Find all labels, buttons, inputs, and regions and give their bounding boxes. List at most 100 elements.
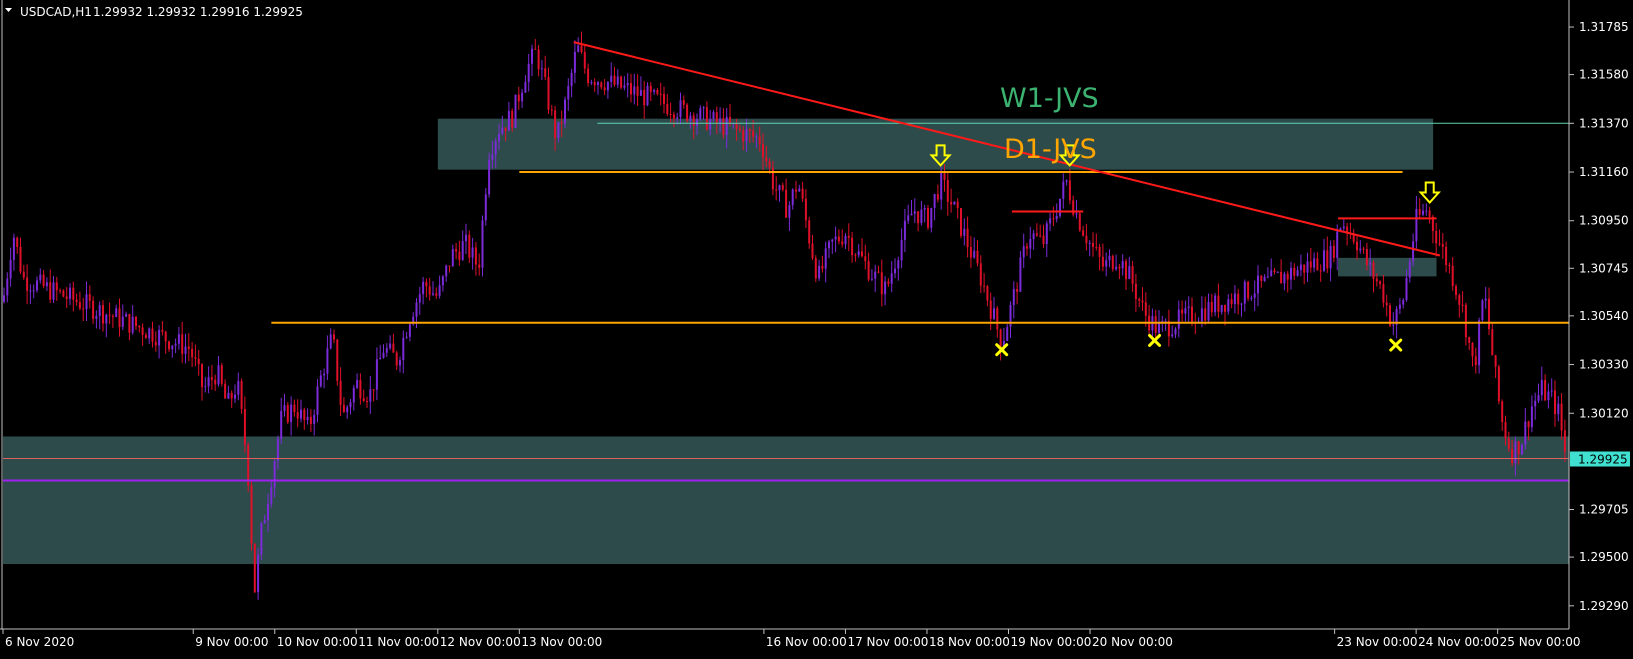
candle-body — [257, 554, 260, 593]
candle-body — [890, 273, 893, 284]
candle-body — [121, 316, 124, 327]
x-tick-label: 19 Nov 00:00 — [1011, 635, 1092, 649]
candle-body — [554, 110, 557, 139]
candle-body — [1524, 421, 1527, 445]
candle-body — [171, 345, 174, 350]
y-tick-label: 1.31785 — [1579, 20, 1629, 34]
candle-body — [1365, 248, 1368, 265]
candle-body — [587, 68, 590, 84]
candle-body — [969, 247, 972, 258]
candle-body — [366, 400, 368, 402]
candle-body — [804, 198, 807, 221]
candle-body — [828, 241, 830, 249]
current-price-label: 1.29925 — [1578, 453, 1628, 467]
candle-body — [88, 294, 91, 301]
candle-body — [326, 348, 329, 374]
candle-body — [623, 85, 626, 88]
candle-body — [692, 115, 695, 127]
candle-body — [666, 104, 669, 114]
candle-body — [1257, 275, 1259, 294]
candle-body — [507, 110, 510, 131]
candle-body — [630, 83, 632, 95]
candle-body — [283, 405, 286, 411]
candle-body — [1101, 256, 1104, 267]
candle-body — [639, 89, 642, 96]
candle-body — [1273, 270, 1276, 273]
candle-body — [375, 359, 378, 390]
candle-body — [593, 82, 596, 86]
candle-body — [758, 136, 761, 145]
candle-body — [1266, 276, 1269, 278]
candle-body — [448, 265, 451, 267]
candle-body — [488, 159, 491, 195]
candle-body — [16, 237, 19, 247]
candle-body — [709, 118, 712, 130]
candle-body — [1105, 260, 1108, 267]
candle-body — [250, 485, 253, 544]
candle-body — [1385, 302, 1388, 306]
candle-body — [818, 265, 821, 279]
candle-body — [65, 296, 68, 299]
candle-body — [1214, 295, 1217, 313]
candle-body — [105, 314, 108, 324]
candle-body — [560, 122, 563, 124]
candle-body — [451, 249, 454, 267]
zone-w1-jvs — [437, 118, 1434, 170]
candle-body — [270, 487, 273, 504]
candle-body — [1174, 328, 1177, 335]
candle-body — [276, 438, 279, 462]
candle-body — [1547, 391, 1550, 401]
candle-body — [29, 290, 32, 292]
candle-body — [118, 308, 121, 327]
candle-body — [98, 305, 101, 316]
candle-body — [659, 93, 662, 95]
candle-body — [511, 110, 514, 128]
candle-body — [1422, 210, 1424, 215]
candle-body — [131, 316, 134, 333]
candle-body — [1402, 299, 1405, 305]
x-tick-label: 17 Nov 00:00 — [847, 635, 928, 649]
candle-body — [494, 141, 497, 155]
chart-root[interactable]: 1.31785 1.31580 1.31370 1.31160 1.30950 1.307… — [0, 0, 1633, 655]
candle-body — [1118, 266, 1121, 269]
x-tick-label: 23 Nov 00:00 — [1337, 635, 1418, 649]
candle-body — [600, 82, 603, 88]
candle-body — [461, 241, 464, 260]
candle-body — [1329, 245, 1332, 269]
candle-body — [59, 290, 62, 292]
x-tick-label: 6 Nov 2020 — [5, 635, 74, 649]
price-chart[interactable]: 1.31785 1.31580 1.31370 1.31160 1.30950 1.307… — [0, 0, 1633, 655]
candle-body — [517, 94, 520, 102]
candle-body — [418, 294, 421, 303]
candle-body — [333, 334, 335, 340]
candle-body — [1088, 242, 1091, 244]
x-tick-label: 13 Nov 00:00 — [521, 635, 602, 649]
candle-body — [550, 109, 553, 111]
candle-body — [1187, 306, 1190, 309]
candle-body — [834, 236, 837, 240]
candle-body — [699, 108, 702, 120]
candle-body — [702, 107, 705, 109]
candle-body — [1481, 300, 1484, 321]
candle-body — [1260, 275, 1263, 281]
candle-body — [455, 249, 458, 252]
candle-body — [537, 49, 540, 70]
candle-body — [484, 194, 487, 221]
candle-body — [1445, 246, 1448, 266]
candle-body — [217, 365, 220, 385]
candle-body — [626, 83, 629, 86]
candle-body — [1448, 265, 1451, 267]
candle-body — [174, 343, 177, 346]
candle-body — [1052, 218, 1055, 220]
candle-body — [557, 122, 560, 139]
candle-body — [115, 308, 118, 317]
candle-body — [847, 235, 850, 238]
candle-body — [854, 255, 857, 257]
candle-body — [976, 250, 979, 264]
candle-body — [597, 82, 599, 86]
y-tick-label: 1.30745 — [1579, 261, 1629, 275]
candle-body — [781, 185, 784, 190]
candle-body — [204, 386, 207, 388]
candle-body — [738, 128, 741, 131]
candle-body — [319, 375, 322, 387]
